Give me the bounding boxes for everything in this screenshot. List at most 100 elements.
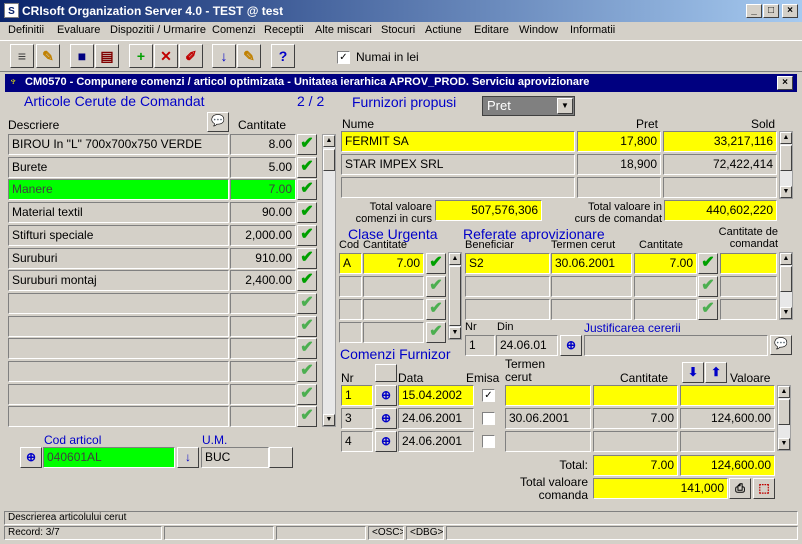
comanda-nr[interactable]: 1 xyxy=(341,385,373,406)
scroll-up-icon[interactable]: ▲ xyxy=(323,135,335,147)
check-icon[interactable]: ✔ xyxy=(426,253,446,274)
articol-descriere[interactable]: Suruburi montaj xyxy=(8,270,229,292)
comanda-cantitate[interactable] xyxy=(593,431,678,452)
check-icon[interactable]: ✔ xyxy=(698,299,718,320)
check-icon[interactable]: ✔ xyxy=(297,406,317,428)
chevron-down-icon[interactable]: ▼ xyxy=(557,98,573,114)
furnizor-pret[interactable]: 17,800 xyxy=(577,131,661,152)
check-icon[interactable]: ✔ xyxy=(297,315,317,337)
printer-icon[interactable]: ⎙ xyxy=(729,478,751,499)
scroll-down-icon[interactable]: ▼ xyxy=(780,307,792,319)
clasa-cod[interactable] xyxy=(339,276,362,297)
um-field[interactable]: BUC xyxy=(201,447,269,468)
clasa-cantitate[interactable] xyxy=(363,276,424,297)
check-icon[interactable]: ✔ xyxy=(698,276,718,297)
scroll-down-icon[interactable]: ▼ xyxy=(780,186,792,198)
articol-descriere[interactable]: Material textil xyxy=(8,202,229,224)
articol-descriere[interactable] xyxy=(8,361,229,382)
referat-termen[interactable]: 30.06.2001 xyxy=(551,253,632,274)
save-icon[interactable]: ■ xyxy=(70,44,94,68)
check-icon[interactable]: ✔ xyxy=(426,299,446,320)
articol-descriere[interactable] xyxy=(8,315,229,337)
articol-descriere[interactable] xyxy=(8,383,229,405)
comanda-cantitate[interactable] xyxy=(593,385,678,406)
help-icon[interactable]: ? xyxy=(271,44,295,68)
referat-comandat[interactable] xyxy=(720,276,777,297)
zoom-cod-icon[interactable]: ⊕ xyxy=(20,447,42,468)
clasa-cantitate[interactable]: 7.00 xyxy=(363,253,424,274)
menu-receptii[interactable]: Receptii xyxy=(264,24,304,36)
referat-cantitate[interactable]: 7.00 xyxy=(634,253,697,274)
referat-comandat[interactable] xyxy=(720,299,777,320)
arrow-down-icon[interactable]: ⬇ xyxy=(682,362,704,383)
articol-cantitate[interactable] xyxy=(230,338,296,360)
din-field[interactable]: 24.06.01 xyxy=(496,335,558,356)
menu-definitii[interactable]: Definitii xyxy=(8,24,44,36)
furnizori-scrollbar[interactable]: ▲ ▼ xyxy=(779,131,793,199)
zoom-referat-icon[interactable]: ⊕ xyxy=(560,335,582,356)
check-icon[interactable]: ✔ xyxy=(297,247,317,269)
articol-cantitate[interactable]: 5.00 xyxy=(230,156,296,178)
referat-termen[interactable] xyxy=(551,299,632,320)
emisa-checkbox[interactable]: ✓ xyxy=(482,389,495,402)
articol-cantitate[interactable] xyxy=(230,361,296,382)
articol-descriere[interactable]: Suruburi xyxy=(8,247,229,269)
scroll-thumb[interactable] xyxy=(323,149,335,171)
maximize-button[interactable]: □ xyxy=(763,4,779,18)
clasa-cod[interactable]: A xyxy=(339,253,362,274)
articol-descriere[interactable]: Stifturi speciale xyxy=(8,224,229,246)
download-icon[interactable]: ↓ xyxy=(212,44,236,68)
check-icon[interactable]: ✔ xyxy=(297,224,317,246)
articol-descriere[interactable] xyxy=(8,338,229,360)
menu-editare[interactable]: Editare xyxy=(474,24,509,36)
comanda-nr[interactable]: 3 xyxy=(341,408,373,429)
furnizor-nume[interactable]: FERMIT SA xyxy=(341,131,575,152)
scroll-thumb[interactable] xyxy=(780,145,792,171)
check-icon[interactable]: ✔ xyxy=(297,202,317,224)
justificare-comment-icon[interactable]: 💬 xyxy=(770,335,792,355)
menu-alte-miscari[interactable]: Alte miscari xyxy=(315,24,372,36)
check-icon[interactable]: ✔ xyxy=(698,253,718,274)
delete-icon[interactable]: ✕ xyxy=(154,44,178,68)
check-icon[interactable]: ✔ xyxy=(297,361,317,382)
comanda-valoare[interactable] xyxy=(680,431,775,452)
numai-in-lei-checkbox[interactable]: ✓ xyxy=(337,51,350,64)
add-icon[interactable]: + xyxy=(129,44,153,68)
menu-informatii[interactable]: Informatii xyxy=(570,24,615,36)
referat-beneficiar[interactable] xyxy=(465,276,550,297)
comanda-data[interactable]: 15.04.2002 xyxy=(398,385,474,406)
wand-icon[interactable]: ✎ xyxy=(36,44,60,68)
articol-cantitate[interactable] xyxy=(230,406,296,428)
comanda-nr[interactable]: 4 xyxy=(341,431,373,452)
articol-cantitate[interactable] xyxy=(230,383,296,405)
comanda-termen[interactable] xyxy=(505,431,591,452)
eraser-icon[interactable]: ✐ xyxy=(179,44,203,68)
articol-descriere[interactable]: BIROU In "L" 700x700x750 VERDE xyxy=(8,134,229,155)
clasa-cantitate[interactable] xyxy=(363,299,424,320)
articol-cantitate[interactable]: 2,000.00 xyxy=(230,224,296,246)
comanda-data[interactable]: 24.06.2001 xyxy=(398,408,474,429)
print-preview-icon[interactable]: ▤ xyxy=(95,44,119,68)
comanda-termen[interactable] xyxy=(505,385,591,406)
check-icon[interactable]: ✔ xyxy=(297,134,317,155)
scroll-up-icon[interactable]: ▲ xyxy=(449,253,461,265)
scroll-up-icon[interactable]: ▲ xyxy=(780,132,792,144)
menu-dispozitii[interactable]: Dispozitii / Urmarire xyxy=(110,24,206,36)
emisa-checkbox[interactable] xyxy=(482,435,495,448)
emisa-checkbox[interactable] xyxy=(482,412,495,425)
check-icon[interactable]: ✔ xyxy=(297,270,317,292)
articol-cantitate[interactable]: 90.00 xyxy=(230,202,296,224)
comenzi-scrollbar[interactable]: ▲ ▼ xyxy=(777,385,791,451)
furnizor-sold[interactable]: 72,422,414 xyxy=(663,154,777,175)
arrow-up-icon[interactable]: ⬆ xyxy=(705,362,727,383)
scroll-down-icon[interactable]: ▼ xyxy=(778,438,790,450)
form-close-button[interactable]: × xyxy=(777,76,793,90)
articol-cantitate[interactable] xyxy=(230,292,296,314)
scroll-down-icon[interactable]: ▼ xyxy=(449,327,461,339)
articole-scrollbar[interactable]: ▲ ▼ xyxy=(322,134,336,427)
scroll-thumb[interactable] xyxy=(449,266,461,326)
articol-descriere[interactable]: Burete xyxy=(8,156,229,178)
minimize-button[interactable]: _ xyxy=(746,4,762,18)
referat-beneficiar[interactable] xyxy=(465,299,550,320)
check-icon[interactable]: ✔ xyxy=(426,322,446,343)
